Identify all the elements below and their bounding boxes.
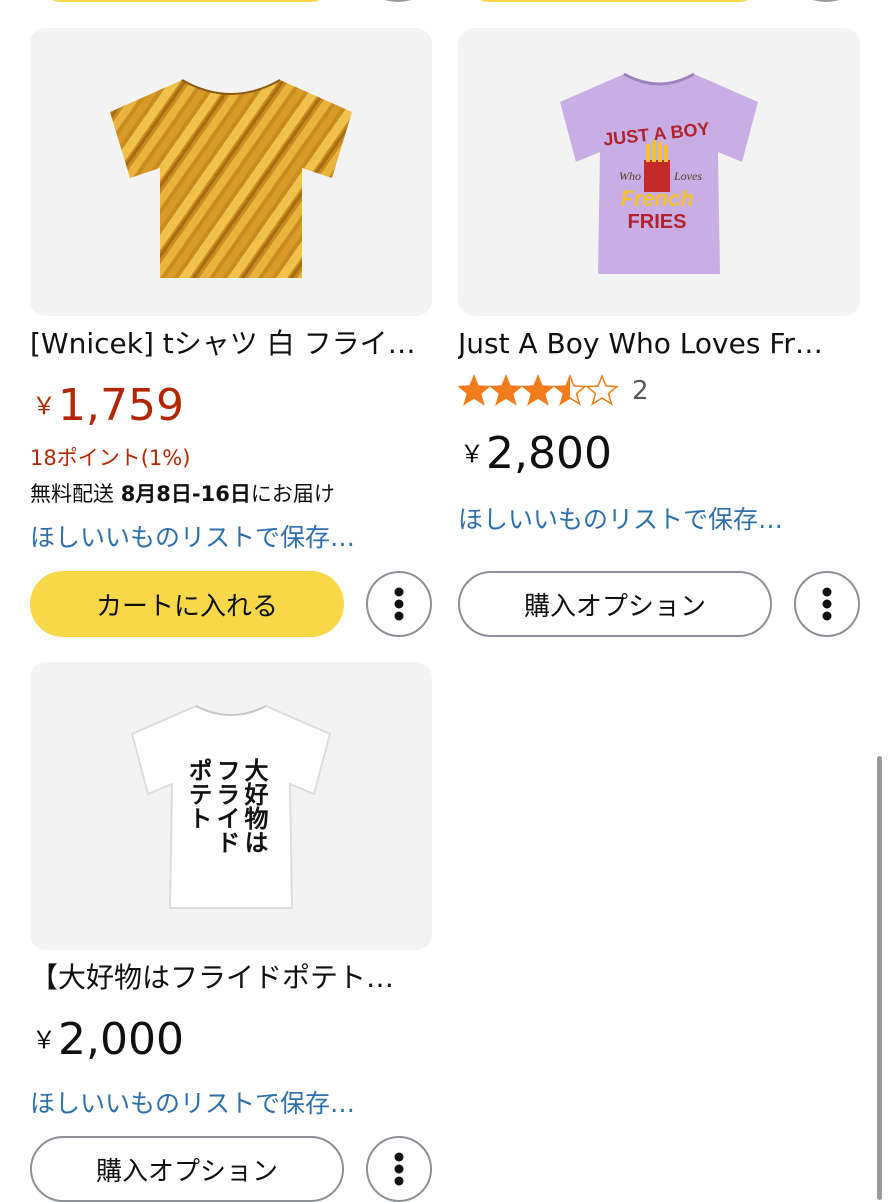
delivery-info: 無料配送 8月8日-16日にお届け — [30, 478, 335, 508]
white-tshirt-image: 大好物は フライド ポテト — [130, 704, 332, 909]
purchase-options-button[interactable]: 購入オプション — [30, 1136, 344, 1202]
star-rating-icon — [458, 375, 618, 405]
shirt-text-col1: 大好物は — [240, 758, 269, 854]
delivery-suffix: にお届け — [250, 482, 335, 506]
yen-symbol: ￥ — [32, 392, 56, 420]
save-to-wishlist-link[interactable]: ほしいいものリストで保存… — [30, 1084, 355, 1120]
shirt-text-line4: FRIES — [628, 211, 687, 233]
more-options-button[interactable] — [366, 1136, 432, 1202]
fries-pattern-tshirt-image — [110, 79, 352, 278]
purchase-options-label: 購入オプション — [523, 591, 706, 622]
shirt-text-col3: ポテト — [184, 758, 212, 830]
product-image-just-a-boy-tshirt[interactable]: JUST A BOY Who Loves French FRIES — [458, 28, 860, 316]
kebab-vertical-icon — [394, 587, 404, 621]
product-image-fries-tshirt[interactable] — [30, 28, 432, 316]
product-title[interactable]: 【大好物はフライドポテト… — [30, 960, 430, 996]
add-to-cart-label: カートに入れる — [95, 591, 278, 622]
product-price: ￥ 1,759 — [32, 380, 184, 432]
add-to-cart-button[interactable]: カートに入れる — [30, 571, 344, 637]
rating-stars[interactable]: 2 — [458, 374, 649, 408]
more-options-button[interactable] — [366, 571, 432, 637]
price-value: 1,759 — [58, 380, 184, 431]
previous-cart-button-right[interactable] — [468, 0, 760, 2]
product-title[interactable]: [Wnicek] tシャツ 白 フライ… — [30, 326, 430, 362]
yen-symbol: ￥ — [460, 440, 484, 468]
previous-more-button-left[interactable] — [367, 0, 429, 2]
points-label: 18ポイント(1%) — [30, 446, 191, 470]
shirt-text-line3: French — [620, 186, 693, 211]
purchase-options-label: 購入オプション — [95, 1156, 278, 1187]
delivery-prefix: 無料配送 — [30, 482, 121, 506]
kebab-vertical-icon — [394, 1152, 404, 1186]
product-image-daikoubutsu-tshirt[interactable]: 大好物は フライド ポテト — [30, 662, 432, 950]
product-price: ￥ 2,000 — [32, 1014, 184, 1066]
rating-count: 2 — [632, 376, 649, 406]
scrollbar[interactable] — [877, 756, 882, 1200]
price-value: 2,800 — [486, 428, 612, 479]
more-options-button[interactable] — [794, 571, 860, 637]
yen-symbol: ￥ — [32, 1026, 56, 1054]
shirt-text-line2a: Who — [619, 169, 641, 183]
delivery-date: 8月8日-16日 — [120, 482, 251, 506]
save-to-wishlist-link[interactable]: ほしいいものリストで保存… — [458, 500, 783, 536]
product-price: ￥ 2,800 — [460, 428, 612, 480]
kebab-vertical-icon — [822, 587, 832, 621]
previous-cart-button-left[interactable] — [40, 0, 332, 2]
lavender-tshirt-image: JUST A BOY Who Loves French FRIES — [560, 72, 758, 274]
shirt-text-line2b: Loves — [673, 169, 702, 183]
save-to-wishlist-link[interactable]: ほしいいものリストで保存… — [30, 518, 355, 554]
product-title[interactable]: Just A Boy Who Loves Fr… — [458, 326, 858, 362]
price-value: 2,000 — [58, 1014, 184, 1065]
previous-more-button-right[interactable] — [795, 0, 857, 2]
purchase-options-button[interactable]: 購入オプション — [458, 571, 772, 637]
shirt-text-col2: フライド — [212, 758, 240, 854]
